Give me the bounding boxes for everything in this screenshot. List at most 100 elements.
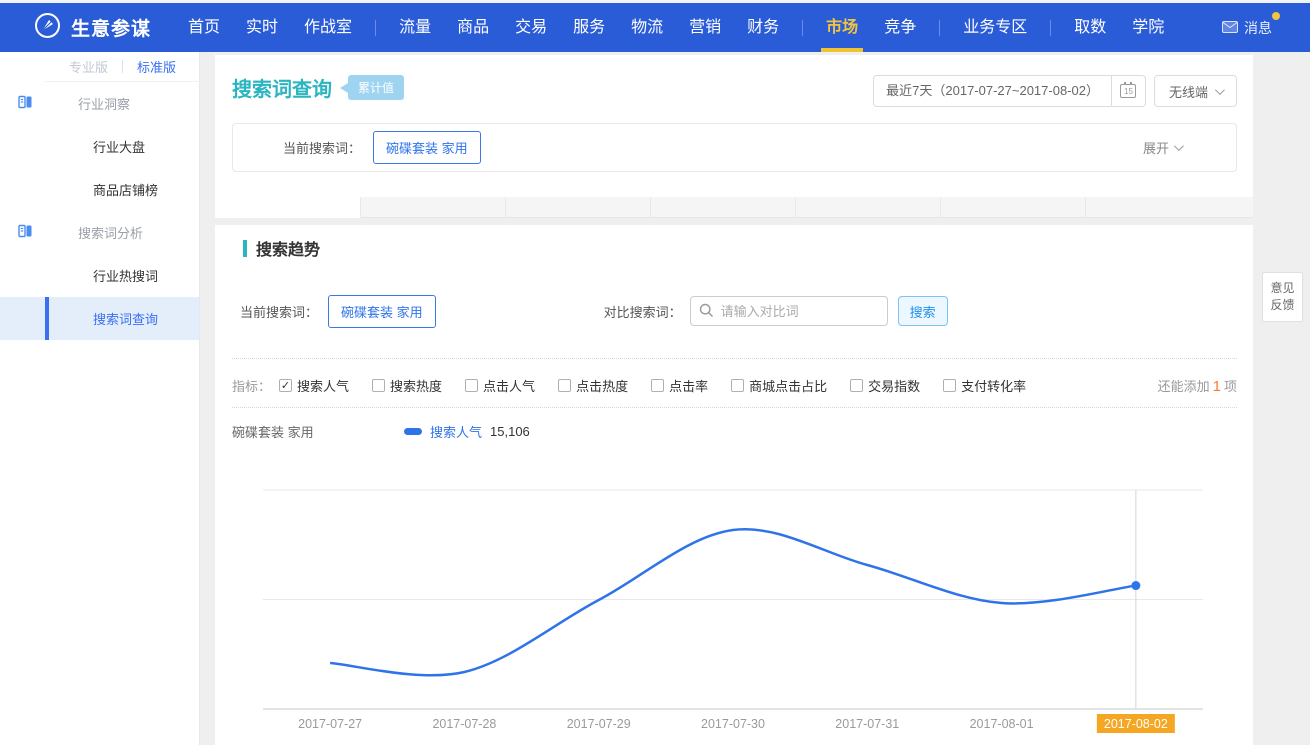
metric-点击人气[interactable]: 点击人气 xyxy=(465,376,535,395)
sidebar-item-行业大盘[interactable]: 行业大盘 xyxy=(0,125,199,168)
checkbox-icon[interactable] xyxy=(943,379,956,392)
metric-label: 点击热度 xyxy=(576,376,628,395)
message-button[interactable]: 消息 xyxy=(1222,18,1310,38)
metric-点击热度[interactable]: 点击热度 xyxy=(558,376,628,395)
result-tab-5[interactable] xyxy=(795,197,940,218)
metric-搜索热度[interactable]: 搜索热度 xyxy=(372,376,442,395)
date-range-button[interactable]: 最近7天（2017-07-27~2017-08-02） xyxy=(873,75,1112,107)
sidebar-item-商品店铺榜[interactable]: 商品店铺榜 xyxy=(0,168,199,211)
metric-交易指数[interactable]: 交易指数 xyxy=(850,376,920,395)
result-tab-4[interactable] xyxy=(650,197,795,218)
nav-item-作战室[interactable]: 作战室 xyxy=(291,3,365,52)
result-tab-7[interactable] xyxy=(1085,197,1253,218)
result-tab-3[interactable] xyxy=(505,197,650,218)
metric-商城点击占比[interactable]: 商城点击占比 xyxy=(731,376,827,395)
checkbox-icon[interactable] xyxy=(465,379,478,392)
checkbox-icon[interactable] xyxy=(731,379,744,392)
section-title: 搜索趋势 xyxy=(256,236,320,260)
metric-label: 支付转化率 xyxy=(961,376,1026,395)
nav-divider xyxy=(375,20,376,36)
metric-label: 搜索人气 xyxy=(297,376,349,395)
metrics-row: 指标： ✓搜索人气搜索热度点击人气点击热度点击率商城点击占比交易指数支付转化率 … xyxy=(232,371,1237,399)
nav-item-市场[interactable]: 市场 xyxy=(813,3,871,52)
checkbox-icon[interactable] xyxy=(850,379,863,392)
trend-chart[interactable]: 2017-07-272017-07-282017-07-292017-07-30… xyxy=(263,487,1203,745)
envelope-icon xyxy=(1222,20,1238,36)
x-tick-label: 2017-07-29 xyxy=(567,717,631,731)
sidebar-item-搜索词分析[interactable]: 搜索词分析 xyxy=(0,211,199,254)
nav-item-商品[interactable]: 商品 xyxy=(444,3,502,52)
x-tick-label: 2017-07-28 xyxy=(432,717,496,731)
nav-item-交易[interactable]: 交易 xyxy=(502,3,560,52)
sidebar-versions: 专业版 标准版 xyxy=(45,52,200,82)
feedback-line2: 反馈 xyxy=(1270,297,1294,314)
remaining-count: 1 xyxy=(1210,378,1224,395)
expand-toggle[interactable]: 展开 xyxy=(1143,138,1181,157)
sidebar-item-行业热搜词[interactable]: 行业热搜词 xyxy=(0,254,199,297)
terminal-select[interactable]: 无线端 xyxy=(1154,75,1237,107)
calendar-button[interactable]: 15 xyxy=(1112,75,1146,107)
sidebar-item-label: 行业大盘 xyxy=(93,137,145,156)
search-trend-card: 搜索趋势 当前搜索词： 碗碟套装 家用 对比搜索词： 搜索 xyxy=(215,225,1253,745)
version-tab-专业版[interactable]: 专业版 xyxy=(69,57,108,76)
metric-支付转化率[interactable]: 支付转化率 xyxy=(943,376,1026,395)
version-tab-标准版[interactable]: 标准版 xyxy=(137,57,176,76)
title-row: 搜索词查询 累计值 xyxy=(232,73,404,102)
result-tabstrip xyxy=(215,197,1253,218)
legend-metric-value: 15,106 xyxy=(490,424,530,439)
date-controls: 最近7天（2017-07-27~2017-08-02） 15 无线端 xyxy=(873,75,1237,107)
metrics-list: ✓ 搜索人气 搜索热度 点击人气 点击热度 点击率 商城点击占比 交易指数 支付转化率 xyxy=(279,376,1049,395)
checkbox-checked-icon[interactable]: ✓ xyxy=(279,379,292,392)
nav-item-实时[interactable]: 实时 xyxy=(233,3,291,52)
nav-item-首页[interactable]: 首页 xyxy=(175,3,233,52)
nav-item-营销[interactable]: 营销 xyxy=(676,3,734,52)
nav-item-服务[interactable]: 服务 xyxy=(560,3,618,52)
nav-item-学院[interactable]: 学院 xyxy=(1119,3,1177,52)
result-tab-2[interactable] xyxy=(360,197,505,218)
nav-item-流量[interactable]: 流量 xyxy=(386,3,444,52)
compare-term-label: 对比搜索词： xyxy=(604,302,682,321)
result-tab-6[interactable] xyxy=(940,197,1085,218)
brand-area[interactable]: 生意参谋 xyxy=(0,12,151,44)
brand-name[interactable]: 生意参谋 xyxy=(71,14,151,41)
compare-term-input[interactable] xyxy=(690,296,888,326)
current-term-box: 当前搜索词： 碗碟套装 家用 展开 xyxy=(232,123,1237,172)
query-header-card: 搜索词查询 累计值 最近7天（2017-07-27~2017-08-02） 15… xyxy=(215,55,1253,197)
metric-搜索人气[interactable]: ✓ 搜索人气 xyxy=(279,376,349,395)
trend-line-chart: 2017-07-272017-07-282017-07-292017-07-30… xyxy=(263,487,1203,745)
nav-item-取数[interactable]: 取数 xyxy=(1061,3,1119,52)
metric-点击率[interactable]: 点击率 xyxy=(651,376,708,395)
metric-label: 交易指数 xyxy=(868,376,920,395)
series-line-搜索人气 xyxy=(330,529,1136,675)
legend-item-search-popularity[interactable]: 搜索人气 15,106 xyxy=(404,422,530,441)
sidebar-item-搜索词查询[interactable]: 搜索词查询 xyxy=(0,297,199,340)
nav-item-业务专区[interactable]: 业务专区 xyxy=(950,3,1040,52)
sidebar: 专业版 标准版 行业洞察行业大盘商品店铺榜搜索词分析行业热搜词搜索词查询 xyxy=(0,52,200,745)
x-tick-label: 2017-07-31 xyxy=(835,717,899,731)
metric-label: 点击率 xyxy=(669,376,708,395)
feedback-button[interactable]: 意见 反馈 xyxy=(1262,272,1303,322)
current-term-tag[interactable]: 碗碟套装 家用 xyxy=(373,131,481,164)
data-point-latest[interactable] xyxy=(1131,581,1140,590)
checkbox-icon[interactable] xyxy=(372,379,385,392)
checkbox-icon[interactable] xyxy=(651,379,664,392)
search-button[interactable]: 搜索 xyxy=(898,296,948,326)
calendar-icon: 15 xyxy=(1120,84,1136,98)
checkbox-icon[interactable] xyxy=(558,379,571,392)
expand-label: 展开 xyxy=(1143,138,1169,157)
divider xyxy=(232,407,1237,408)
sidebar-item-label: 行业热搜词 xyxy=(93,266,158,285)
badge-arrow xyxy=(340,83,348,93)
current-term-tag[interactable]: 碗碟套装 家用 xyxy=(328,295,436,328)
version-divider xyxy=(122,60,123,73)
compare-input-wrap xyxy=(690,296,888,326)
nav-divider xyxy=(1050,20,1051,36)
sidebar-item-label: 搜索词分析 xyxy=(78,223,143,242)
metrics-label: 指标： xyxy=(232,376,271,395)
nav-item-物流[interactable]: 物流 xyxy=(618,3,676,52)
cumulative-badge: 累计值 xyxy=(348,75,404,100)
result-tab-1[interactable] xyxy=(215,197,360,218)
nav-item-财务[interactable]: 财务 xyxy=(734,3,792,52)
nav-item-竞争[interactable]: 竞争 xyxy=(871,3,929,52)
sidebar-item-行业洞察[interactable]: 行业洞察 xyxy=(0,82,199,125)
